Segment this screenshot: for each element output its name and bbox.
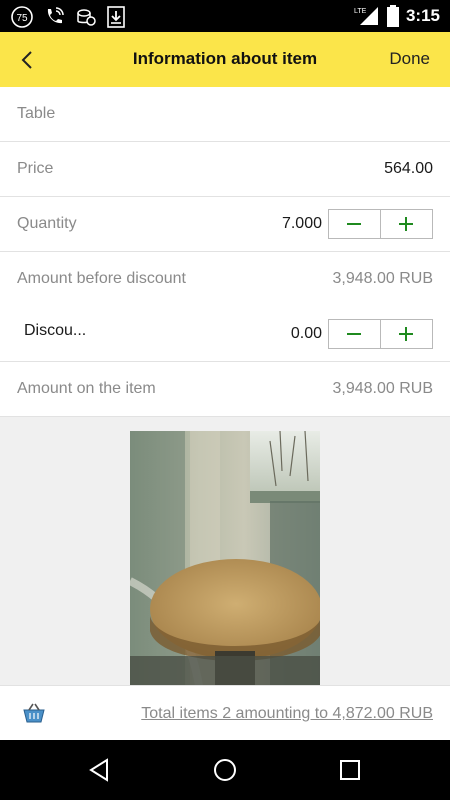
back-triangle-icon[interactable] <box>87 757 113 783</box>
item-photo[interactable] <box>130 431 320 685</box>
quantity-label: Quantity <box>17 215 77 232</box>
status-notifications: 75 <box>10 5 126 29</box>
amount-before-discount-value: 3,948.00 RUB <box>332 270 433 287</box>
discount-decrement-button[interactable] <box>329 320 381 348</box>
system-nav-bar <box>0 740 450 800</box>
basket-icon[interactable] <box>22 702 46 724</box>
amount-on-item-value: 3,948.00 RUB <box>332 380 433 397</box>
item-name-row[interactable]: Table <box>0 87 450 142</box>
quantity-decrement-button[interactable] <box>329 210 381 238</box>
amount-on-item-row: Amount on the item 3,948.00 RUB <box>0 362 450 417</box>
notification-badge: 75 <box>16 13 28 24</box>
price-label: Price <box>17 160 54 177</box>
item-name-label: Table <box>17 105 56 122</box>
network-type: LTE <box>354 8 367 15</box>
recents-square-icon[interactable] <box>337 757 363 783</box>
amount-before-discount-label: Amount before discount <box>17 270 186 287</box>
plus-icon <box>399 217 414 231</box>
page-title: Information about item <box>132 49 318 68</box>
phone-wifi-icon <box>47 7 64 24</box>
done-button[interactable]: Done <box>389 49 430 69</box>
battery-icon <box>386 5 399 27</box>
discount-type-selector[interactable]: Discou... <box>24 322 86 340</box>
order-summary-bar: Total items 2 amounting to 4,872.00 RUB <box>0 685 450 740</box>
discount-stepper <box>328 319 433 349</box>
status-system: LTE 3:15 <box>354 4 440 28</box>
amount-before-discount-row: Amount before discount 3,948.00 RUB <box>0 252 450 308</box>
clock: 3:15 <box>405 6 440 25</box>
quantity-increment-button[interactable] <box>381 210 433 238</box>
coins-icon <box>77 9 96 26</box>
discount-row: Discou... 0.00 <box>0 307 450 362</box>
plus-icon <box>399 327 414 341</box>
photo-area <box>0 417 450 685</box>
discount-increment-button[interactable] <box>381 320 433 348</box>
minus-icon <box>347 333 362 335</box>
amount-on-item-label: Amount on the item <box>17 380 156 397</box>
quantity-stepper <box>328 209 433 239</box>
sync-badge-icon: 75 <box>11 6 33 28</box>
app-bar: Information about item Done <box>0 32 450 87</box>
status-bar: 75 LTE 3:15 <box>0 0 450 32</box>
discount-value[interactable]: 0.00 <box>291 325 322 343</box>
order-total-link[interactable]: Total items 2 amounting to 4,872.00 RUB <box>141 705 433 723</box>
quantity-row: Quantity 7.000 <box>0 197 450 252</box>
price-value[interactable]: 564.00 <box>384 160 433 178</box>
quantity-value[interactable]: 7.000 <box>282 215 322 233</box>
price-row[interactable]: Price 564.00 <box>0 142 450 197</box>
minus-icon <box>347 223 362 225</box>
signal-icon: LTE <box>354 7 378 25</box>
home-circle-icon[interactable] <box>212 757 238 783</box>
download-icon <box>107 6 125 28</box>
